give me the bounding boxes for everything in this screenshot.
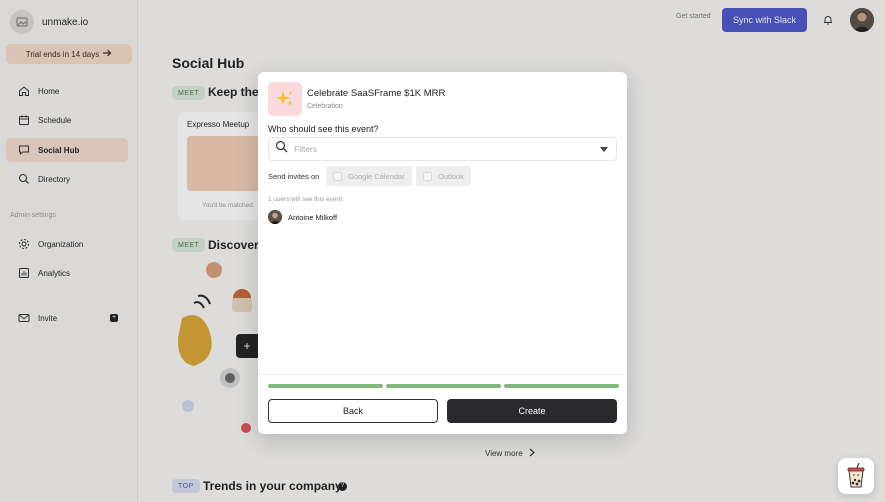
filters-dropdown[interactable] bbox=[268, 137, 617, 161]
divider bbox=[258, 374, 627, 375]
filters-input[interactable] bbox=[294, 144, 584, 154]
visibility-question: Who should see this event? bbox=[268, 124, 379, 134]
event-type: Celebration bbox=[307, 103, 343, 110]
progress-steps bbox=[268, 384, 619, 388]
checkbox-icon bbox=[333, 171, 342, 181]
create-event-modal: Celebrate SaaSFrame $1K MRR Celebration … bbox=[258, 72, 627, 434]
chevron-down-icon[interactable] bbox=[600, 147, 608, 152]
users-count: 1 users will see this event: bbox=[268, 196, 344, 203]
google-calendar-checkbox[interactable]: Google Calendar bbox=[326, 166, 412, 186]
user-name: Antoine Milkoff bbox=[288, 212, 338, 222]
send-invites-label: Send invites on bbox=[268, 172, 320, 181]
progress-step bbox=[386, 384, 501, 388]
avatar bbox=[268, 210, 282, 224]
checkbox-icon bbox=[423, 171, 432, 181]
progress-step bbox=[268, 384, 383, 388]
sparkles-icon bbox=[268, 82, 302, 116]
outlook-checkbox[interactable]: Outlook bbox=[416, 166, 471, 186]
google-calendar-label: Google Calendar bbox=[348, 171, 405, 181]
create-button[interactable]: Create bbox=[447, 399, 617, 423]
search-icon bbox=[275, 140, 288, 158]
bubble-tea-icon bbox=[847, 463, 865, 488]
outlook-label: Outlook bbox=[438, 171, 464, 181]
chat-widget-button[interactable] bbox=[838, 458, 874, 494]
event-title: Celebrate SaaSFrame $1K MRR bbox=[307, 88, 446, 99]
list-item: Antoine Milkoff bbox=[268, 210, 337, 224]
progress-step bbox=[504, 384, 619, 388]
back-button[interactable]: Back bbox=[268, 399, 438, 423]
